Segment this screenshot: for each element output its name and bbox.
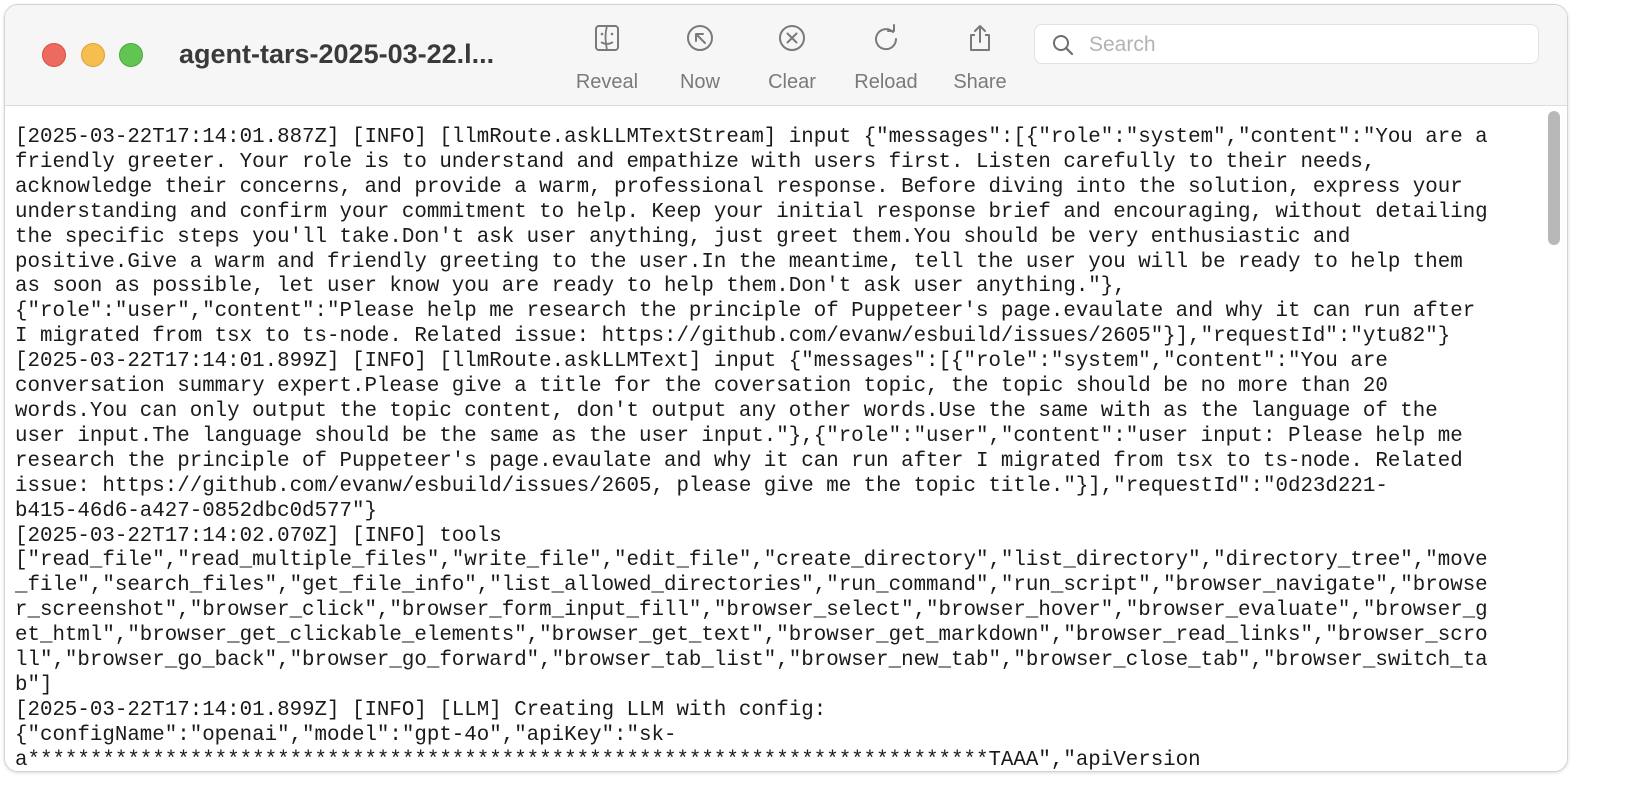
log-line: [2025-03-22T17:14:01.899Z] [INFO] [llmRo…: [15, 350, 1388, 374]
reveal-label: Reveal: [575, 71, 639, 93]
reload-button[interactable]: Reload: [846, 23, 926, 103]
reload-label: Reload: [854, 71, 918, 93]
search-input[interactable]: [1087, 29, 1531, 61]
zoom-window-button[interactable]: [119, 43, 143, 67]
log-view[interactable]: [2025-03-22T17:14:01.887Z] [INFO] [llmRo…: [5, 106, 1567, 771]
log-line: r_screenshot","browser_click","browser_f…: [15, 599, 1488, 623]
log-line: research the principle of Puppeteer's pa…: [15, 449, 1463, 473]
log-line: a***************************************…: [15, 748, 1201, 771]
log-line: as soon as possible, let user know you a…: [15, 275, 1126, 299]
log-line: positive.Give a warm and friendly greeti…: [15, 250, 1463, 274]
now-label: Now: [679, 71, 720, 93]
log-line: ll","browser_go_back","browser_go_forwar…: [15, 649, 1488, 673]
log-line: conversation summary expert.Please give …: [15, 375, 1388, 399]
share-icon: [970, 25, 990, 51]
console-window: agent-tars-2025-03-22.l... Reveal Now Cl…: [4, 4, 1568, 772]
log-line: I migrated from tsx to ts-node. Related …: [15, 325, 1451, 349]
search-field[interactable]: [1034, 24, 1539, 64]
log-text: [2025-03-22T17:14:01.887Z] [INFO] [llmRo…: [15, 126, 1551, 771]
log-line: _file","search_files","get_file_info","l…: [15, 574, 1488, 598]
log-line: friendly greeter. Your role is to unders…: [15, 150, 1376, 174]
vertical-scrollbar[interactable]: [1548, 111, 1560, 245]
finder-icon: [595, 25, 619, 51]
log-line: the specific steps you'll take.Don't ask…: [15, 225, 1351, 249]
log-line: [2025-03-22T17:14:02.070Z] [INFO] tools: [15, 524, 502, 548]
log-line: [2025-03-22T17:14:01.899Z] [INFO] [LLM] …: [15, 698, 827, 722]
clear-label: Clear: [768, 71, 816, 93]
share-label: Share: [953, 71, 1007, 93]
reveal-button[interactable]: Reveal: [567, 23, 647, 103]
search-icon: [1053, 35, 1074, 56]
log-line: acknowledge their concerns, and provide …: [15, 175, 1463, 199]
arrow-up-left-circle-icon: [687, 25, 713, 51]
log-line: user input.The language should be the sa…: [15, 424, 1463, 448]
log-line: et_html","browser_get_clickable_elements…: [15, 624, 1488, 648]
log-line: {"role":"user","content":"Please help me…: [15, 300, 1476, 324]
now-button[interactable]: Now: [660, 23, 740, 103]
minimize-window-button[interactable]: [81, 43, 105, 67]
x-circle-icon: [779, 25, 805, 51]
window-title: agent-tars-2025-03-22.l...: [179, 39, 495, 69]
log-line: issue: https://github.com/evanw/esbuild/…: [15, 474, 1388, 498]
clear-button[interactable]: Clear: [752, 23, 832, 103]
log-line: b415-46d6-a427-0852dbc0d577"}: [15, 499, 377, 523]
close-window-button[interactable]: [42, 43, 66, 67]
log-line: understanding and confirm your commitmen…: [15, 200, 1488, 224]
log-line: {"configName":"openai","model":"gpt-4o",…: [15, 723, 677, 747]
reload-icon: [875, 24, 898, 51]
share-button[interactable]: Share: [940, 23, 1020, 103]
log-line: b"]: [15, 673, 53, 697]
log-line: ["read_file","read_multiple_files","writ…: [15, 549, 1488, 573]
log-line: words.You can only output the topic cont…: [15, 399, 1438, 423]
log-line: [2025-03-22T17:14:01.887Z] [INFO] [llmRo…: [15, 126, 1488, 149]
toolbar: agent-tars-2025-03-22.l... Reveal Now Cl…: [5, 5, 1567, 106]
